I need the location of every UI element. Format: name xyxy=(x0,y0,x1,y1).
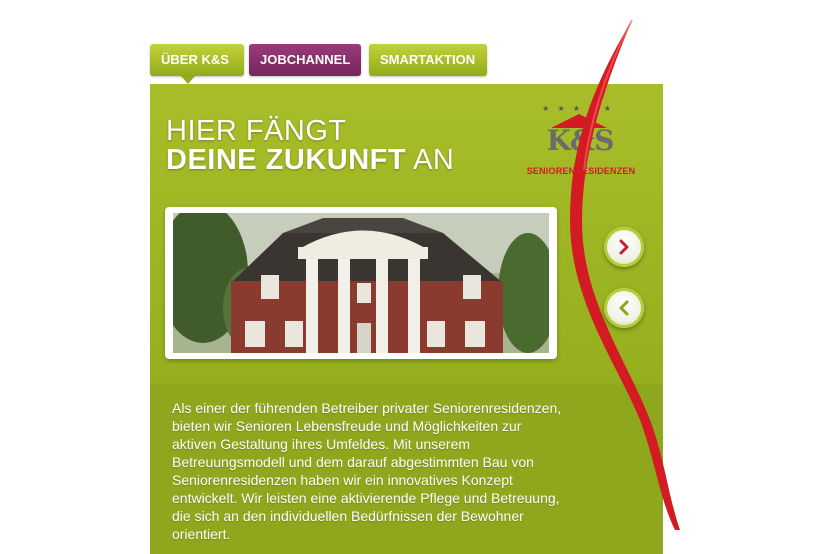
carousel-frame xyxy=(165,207,557,359)
carousel-next-button[interactable] xyxy=(604,227,644,267)
logo-subtitle: SENIORENRESIDENZEN xyxy=(526,166,636,176)
headline-line2: DEINE ZUKUNFT AN xyxy=(166,146,454,175)
logo-stars: ★ ★ ★ ★ ★ xyxy=(542,104,614,113)
carousel-prev-button[interactable] xyxy=(604,288,644,328)
building-photo xyxy=(173,213,549,353)
building-illustration xyxy=(173,213,549,353)
logo-letters: K&S xyxy=(546,124,615,157)
chevron-left-icon xyxy=(619,300,629,316)
tab-ueber-ks[interactable]: ÜBER K&S xyxy=(150,44,244,76)
headline-rest: AN xyxy=(413,144,455,176)
intro-paragraph: Als einer der führenden Betreiber privat… xyxy=(172,400,562,542)
page-headline: HIER FÄNGT DEINE ZUKUNFT AN xyxy=(166,117,454,175)
headline-line1: HIER FÄNGT xyxy=(166,115,347,147)
active-tab-pointer xyxy=(181,76,195,84)
chevron-right-icon xyxy=(619,239,629,255)
tab-smartaktion[interactable]: SMARTAKTION xyxy=(369,44,487,76)
content-panel: HIER FÄNGT DEINE ZUKUNFT AN ★ ★ ★ ★ ★ K&… xyxy=(150,84,663,554)
ks-logo[interactable]: ★ ★ ★ ★ ★ K&S SENIORENRESIDENZEN xyxy=(516,104,646,184)
tab-jobchannel[interactable]: JOBCHANNEL xyxy=(249,44,361,76)
headline-bold-part: DEINE ZUKUNFT xyxy=(166,144,407,176)
